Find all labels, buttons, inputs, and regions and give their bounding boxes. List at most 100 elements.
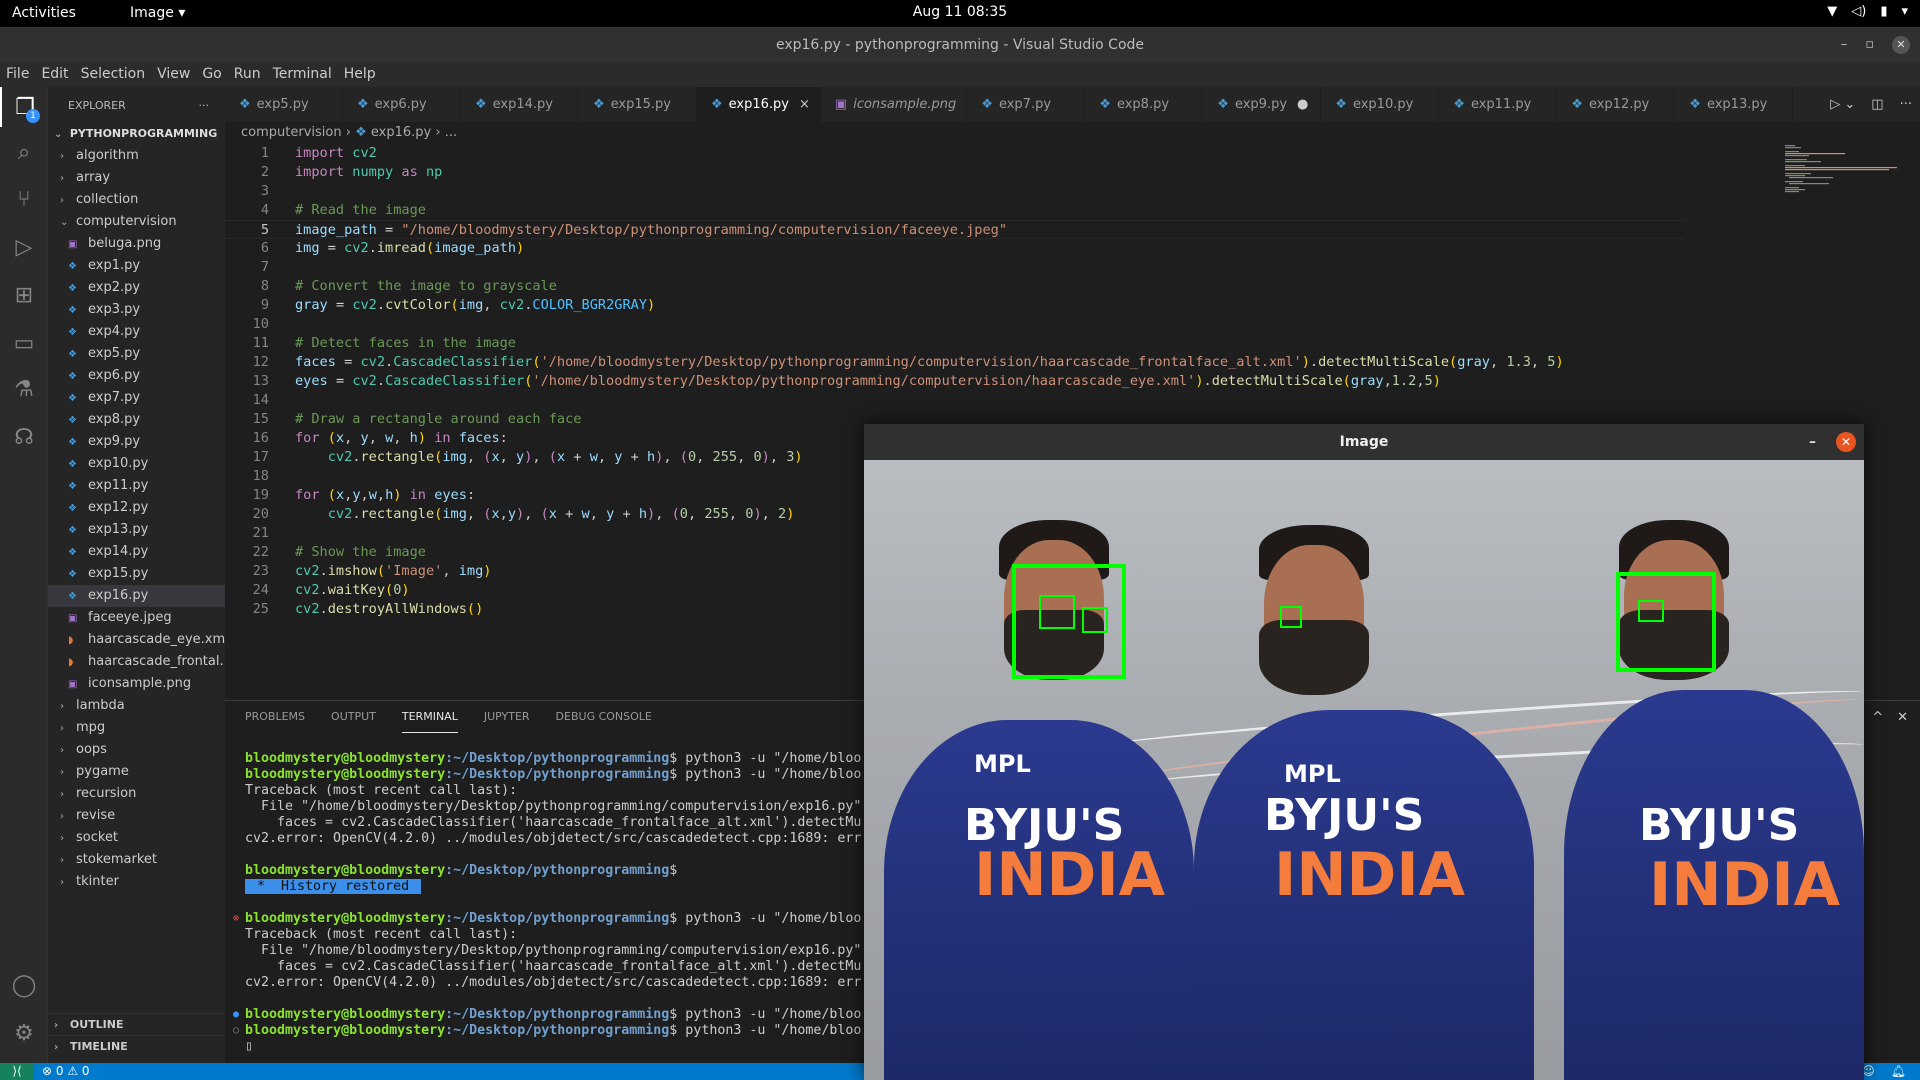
split-editor-icon[interactable]: ◫ <box>1871 87 1883 122</box>
file-item[interactable]: ❖ exp14.py <box>48 541 225 563</box>
run-debug-icon[interactable]: ▷ <box>0 227 48 267</box>
settings-gear-icon[interactable]: ⚙ <box>0 1013 48 1053</box>
file-item[interactable]: ❖ exp3.py <box>48 299 225 321</box>
minimap[interactable] <box>1785 144 1905 194</box>
breadcrumb-folder[interactable]: computervision <box>241 125 342 140</box>
tab-iconsample-png[interactable]: ▣ iconsample.png <box>821 87 968 122</box>
file-item[interactable]: ❖ exp16.py <box>48 585 225 607</box>
tab-exp13-py[interactable]: ❖ exp13.py <box>1675 87 1794 122</box>
timeline-section[interactable]: › TIMELINE <box>48 1035 225 1057</box>
menu-run[interactable]: Run <box>228 63 267 87</box>
source-control-icon[interactable]: ⑂ <box>0 179 48 219</box>
tab-exp6-py[interactable]: ❖ exp6.py <box>343 87 461 122</box>
folder-item[interactable]: › array <box>48 167 225 189</box>
tab-exp10-py[interactable]: ❖ exp10.py <box>1321 87 1440 122</box>
code-line[interactable]: 10 <box>225 315 1685 334</box>
file-item[interactable]: ◗ haarcascade_frontal... <box>48 651 225 673</box>
folder-item[interactable]: › stokemarket <box>48 849 225 871</box>
file-item[interactable]: ▣ iconsample.png <box>48 673 225 695</box>
opencv-image-window[interactable]: Image – ✕ MPL BYJU'S INDIA MPL BYJU'S IN… <box>864 424 1864 1080</box>
folder-item[interactable]: › lambda <box>48 695 225 717</box>
system-tray[interactable]: ▼ ◁) ▮ ▾ <box>1827 4 1908 19</box>
folder-item[interactable]: › algorithm <box>48 145 225 167</box>
close-tab-icon[interactable]: × <box>799 97 810 112</box>
folder-item[interactable]: › collection <box>48 189 225 211</box>
code-line[interactable]: 2 import numpy as np <box>225 163 1685 182</box>
problems-count[interactable]: ⊗ 0 ⚠ 0 <box>42 1063 90 1080</box>
tab-exp5-py[interactable]: ❖ exp5.py <box>225 87 343 122</box>
file-item[interactable]: ❖ exp2.py <box>48 277 225 299</box>
close-window-icon[interactable]: ✕ <box>1892 36 1910 54</box>
tab-exp7-py[interactable]: ❖ exp7.py <box>967 87 1086 122</box>
folder-item[interactable]: › pygame <box>48 761 225 783</box>
outline-section[interactable]: › OUTLINE <box>48 1013 225 1035</box>
file-item[interactable]: ▣ beluga.png <box>48 233 225 255</box>
code-line[interactable]: 1 import cv2 <box>225 144 1685 163</box>
notifications-icon[interactable]: 🔔︎ <box>1891 1063 1906 1080</box>
unsaved-dot-icon[interactable]: ● <box>1297 97 1308 112</box>
workspace-root[interactable]: ⌄ PYTHONPROGRAMMING <box>48 123 225 145</box>
code-line[interactable]: 4 # Read the image <box>225 201 1685 220</box>
panel-tab-debug-console[interactable]: DEBUG CONSOLE <box>556 701 652 733</box>
menu-file[interactable]: File <box>0 63 35 87</box>
run-file-icon[interactable]: ▷ ⌄ <box>1830 87 1855 122</box>
minimize-icon[interactable]: – <box>1809 424 1816 460</box>
file-item[interactable]: ❖ exp7.py <box>48 387 225 409</box>
menu-edit[interactable]: Edit <box>35 63 74 87</box>
tab-exp16-py[interactable]: ❖ exp16.py × <box>697 87 821 122</box>
folder-item[interactable]: › mpg <box>48 717 225 739</box>
folder-item[interactable]: ⌄ computervision <box>48 211 225 233</box>
file-item[interactable]: ❖ exp8.py <box>48 409 225 431</box>
maximize-panel-icon[interactable]: ^ <box>1872 710 1883 725</box>
explorer-icon[interactable]: ❐ 1 <box>0 87 48 127</box>
more-actions-icon[interactable]: ··· <box>1900 87 1912 122</box>
panel-tab-problems[interactable]: PROBLEMS <box>245 701 305 733</box>
folder-item[interactable]: › oops <box>48 739 225 761</box>
file-item[interactable]: ❖ exp15.py <box>48 563 225 585</box>
code-line[interactable]: 3 <box>225 182 1685 201</box>
remote-explorer-icon[interactable]: ▭ <box>0 323 48 363</box>
tab-exp12-py[interactable]: ❖ exp12.py <box>1557 87 1676 122</box>
image-window-titlebar[interactable]: Image – ✕ <box>864 424 1864 460</box>
breadcrumb-symbols[interactable]: ... <box>445 125 457 140</box>
file-item[interactable]: ❖ exp1.py <box>48 255 225 277</box>
menu-help[interactable]: Help <box>338 63 382 87</box>
close-icon[interactable]: ✕ <box>1836 432 1856 452</box>
panel-tab-jupyter[interactable]: JUPYTER <box>484 701 530 733</box>
menu-selection[interactable]: Selection <box>75 63 152 87</box>
folder-item[interactable]: › revise <box>48 805 225 827</box>
file-item[interactable]: ❖ exp6.py <box>48 365 225 387</box>
file-item[interactable]: ❖ exp12.py <box>48 497 225 519</box>
menu-view[interactable]: View <box>151 63 196 87</box>
tab-exp14-py[interactable]: ❖ exp14.py <box>461 87 579 122</box>
maximize-icon[interactable]: ▫ <box>1865 27 1874 63</box>
close-panel-icon[interactable]: ✕ <box>1897 710 1908 725</box>
code-line[interactable]: 14 <box>225 391 1685 410</box>
extensions-icon[interactable]: ⊞ <box>0 275 48 315</box>
more-actions-icon[interactable]: ··· <box>199 99 210 123</box>
file-item[interactable]: ❖ exp5.py <box>48 343 225 365</box>
menu-go[interactable]: Go <box>196 63 227 87</box>
folder-item[interactable]: › socket <box>48 827 225 849</box>
command-status-icon[interactable]: ● <box>233 1007 239 1023</box>
code-line[interactable]: 8 # Convert the image to grayscale <box>225 277 1685 296</box>
tab-exp9-py[interactable]: ❖ exp9.py ● <box>1203 87 1322 122</box>
file-item[interactable]: ❖ exp13.py <box>48 519 225 541</box>
command-status-icon[interactable]: ○ <box>233 1023 239 1039</box>
file-item[interactable]: ◗ haarcascade_eye.xml <box>48 629 225 651</box>
file-item[interactable]: ❖ exp4.py <box>48 321 225 343</box>
command-status-icon[interactable]: ⊗ <box>233 911 239 927</box>
code-line[interactable]: 9 gray = cv2.cvtColor(img, cv2.COLOR_BGR2… <box>225 296 1685 315</box>
minimize-icon[interactable]: – <box>1841 27 1848 63</box>
gitlens-icon[interactable]: ☊ <box>0 417 48 457</box>
file-item[interactable]: ❖ exp10.py <box>48 453 225 475</box>
code-line[interactable]: 12 faces = cv2.CascadeClassifier('/home/b… <box>225 353 1685 372</box>
folder-item[interactable]: › tkinter <box>48 871 225 893</box>
search-icon[interactable]: ⌕ <box>0 132 48 172</box>
code-line[interactable]: 11 # Detect faces in the image <box>225 334 1685 353</box>
code-line[interactable]: 7 <box>225 258 1685 277</box>
code-line[interactable]: 5 image_path = "/home/bloodmystery/Deskto… <box>225 220 1685 239</box>
menu-terminal[interactable]: Terminal <box>267 63 338 87</box>
file-item[interactable]: ❖ exp11.py <box>48 475 225 497</box>
tab-exp15-py[interactable]: ❖ exp15.py <box>579 87 697 122</box>
